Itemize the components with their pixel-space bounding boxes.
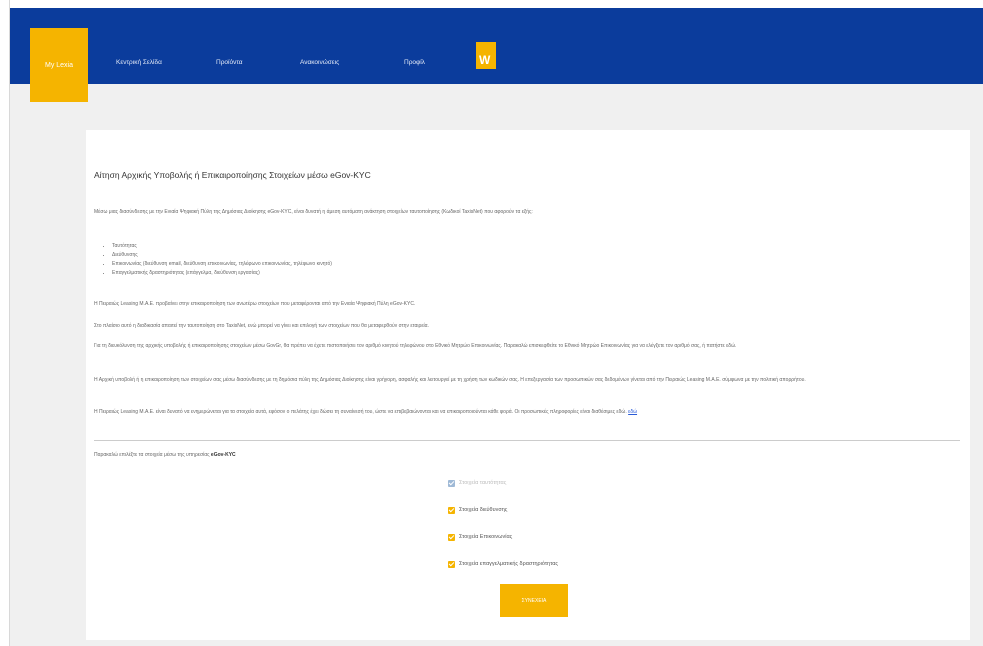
nav-announcements[interactable]: Ανακοινώσεις [300,59,339,66]
nav-home[interactable]: Κεντρική Σελίδα [116,59,162,66]
choose-service: eGov-KYC [210,452,236,458]
option-label: Στοιχεία Επικοινωνίας [459,534,513,540]
paragraph-1: Η Πειραιώς Leasing Μ.Α.Ε. προβαίνει στην… [94,301,416,307]
paragraph-3-text: Για τη διευκόλυνση της αρχικής υποβολής … [94,343,737,349]
paragraph-2: Στο πλαίσιο αυτό η διαδικασία απαιτεί τη… [94,323,429,329]
top-strip [10,0,983,8]
option-label: Στοιχεία επαγγελματικής δραστηριότητας [459,561,559,567]
nav-profile[interactable]: Προφίλ [404,59,425,66]
bullet-item: Ταυτότητας [112,242,332,251]
left-edge [0,0,10,646]
page-title: Αίτηση Αρχικής Υποβολής ή Επικαιροποίηση… [94,170,371,180]
bullet-list: Ταυτότητας Διεύθυνσης Επικοινωνίας (διεύ… [102,242,332,278]
paragraph-3: Για τη διευκόλυνση της αρχικής υποβολής … [94,342,960,350]
continue-button[interactable]: ΣΥΝΕΧΕΙΑ [500,584,568,617]
option-label: Στοιχεία διεύθυνσης [459,507,508,513]
nav-active-label: My Lexia [44,61,73,69]
choose-prompt: Παρακαλώ επιλέξτε τα στοιχεία μέσω της υ… [94,452,236,458]
bullet-item: Επαγγελματικής δραστηριότητας (επάγγελμα… [112,269,332,278]
choose-text: Παρακαλώ επιλέξτε τα στοιχεία μέσω της υ… [94,452,210,458]
nav-active-tab[interactable]: My Lexia [30,28,88,102]
paragraph-5-text: Η Πειραιώς Leasing Μ.Α.Ε. είναι δυνατό ν… [94,409,627,415]
option-professional[interactable]: Στοιχεία επαγγελματικής δραστηριότητας [448,559,558,569]
paragraph-4: Η Αρχική υποβολή ή η επικαιροποίηση των … [94,377,806,383]
nav-products[interactable]: Προϊόντα [216,59,243,66]
checkbox-icon[interactable] [448,560,455,568]
divider [94,440,960,441]
navbar: Κεντρική Σελίδα Προϊόντα Ανακοινώσεις Πρ… [10,8,983,84]
checkbox-icon[interactable] [448,506,455,514]
bullet-item: Διεύθυνσης [112,251,332,260]
option-address[interactable]: Στοιχεία διεύθυνσης [448,505,507,515]
option-identity[interactable]: Στοιχεία ταυτότητας [448,478,506,488]
paragraph-5: Η Πειραιώς Leasing Μ.Α.Ε. είναι δυνατό ν… [94,408,960,416]
main-card: Αίτηση Αρχικής Υποβολής ή Επικαιροποίηση… [86,130,970,640]
option-contact[interactable]: Στοιχεία Επικοινωνίας [448,532,512,542]
here-link[interactable]: εδώ [628,409,637,415]
brand-logo[interactable]: W [476,42,496,69]
intro-paragraph: Μέσω μιας διασύνδεσης με την Ενιαία Ψηφι… [94,209,533,215]
bullet-item: Επικοινωνίας (διεύθυνση email, διεύθυνση… [112,260,332,269]
checkbox-icon[interactable] [448,479,455,487]
checkbox-icon[interactable] [448,533,455,541]
option-label: Στοιχεία ταυτότητας [459,480,507,486]
